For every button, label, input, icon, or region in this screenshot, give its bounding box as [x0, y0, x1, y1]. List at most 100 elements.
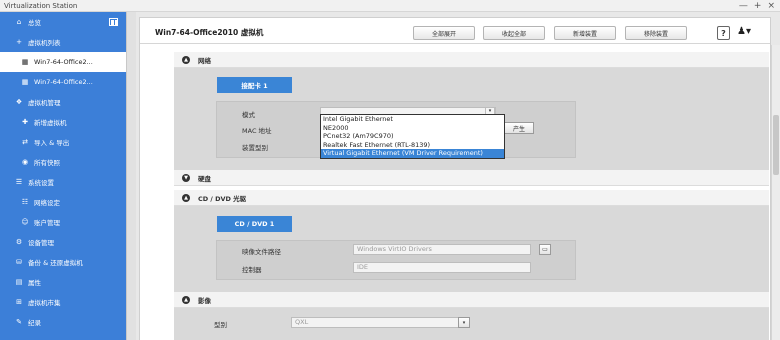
- vm-title: Win7-64-Office2010 虚拟机: [155, 28, 264, 37]
- plus-icon: +: [16, 38, 22, 46]
- cdrom-section-body: CD / DVD 1 映像文件路径 Windows VirtIO Drivers…: [174, 206, 769, 292]
- controller-select[interactable]: IDE: [353, 262, 531, 273]
- disk-section-title: 硬盘: [198, 174, 211, 183]
- account-icon: ☺: [21, 218, 29, 226]
- vm-manage-icon: ❖: [15, 98, 23, 106]
- cdrom-section-header[interactable]: ▲ CD / DVD 光驱: [174, 190, 769, 206]
- sidebar-item-2[interactable]: ▦ Win7-64-Office2...: [0, 52, 126, 72]
- windows-icon: ▦: [21, 58, 29, 66]
- dropdown-option[interactable]: Virtual Gigabit Ethernet (VM Driver Requ…: [321, 149, 504, 158]
- help-button[interactable]: ?: [717, 26, 730, 40]
- sidebar-item-10[interactable]: ☺ 账户管理: [0, 212, 126, 232]
- chevron-up-icon: ▲: [182, 55, 190, 64]
- video-section-header[interactable]: ▲ 影像: [174, 292, 769, 308]
- cdrom-section-title: CD / DVD 光驱: [198, 194, 247, 203]
- close-icon[interactable]: ×: [767, 0, 775, 12]
- network-icon: ☷: [21, 198, 29, 206]
- sidebar-item-label: 虚拟机列表: [28, 39, 61, 47]
- windows-icon: ▦: [21, 78, 29, 86]
- sidebar-item-12[interactable]: ⛁ 备份 & 还原虚拟机: [0, 252, 126, 272]
- mac-address-label: MAC 地址: [242, 127, 272, 135]
- chevron-up-icon: ▲: [182, 193, 190, 202]
- sidebar-item-label: 账户管理: [34, 219, 60, 227]
- tab-cdrom-1[interactable]: CD / DVD 1: [217, 216, 292, 232]
- controller-label: 控制器: [242, 266, 262, 274]
- sidebar-item-label: Win7-64-Office2...: [34, 78, 93, 86]
- main-scrollbar[interactable]: [771, 45, 780, 340]
- sidebar-item-label: 纪录: [28, 319, 41, 327]
- sidebar-item-11[interactable]: ⚙ 设备管理: [0, 232, 126, 252]
- chevron-up-icon: ▲: [182, 295, 190, 304]
- dropdown-option[interactable]: Intel Gigabit Ethernet: [321, 115, 504, 124]
- properties-icon: ▤: [15, 278, 23, 286]
- sidebar-item-label: 新增虚拟机: [34, 119, 67, 127]
- video-type-select[interactable]: QXL: [291, 317, 469, 328]
- sidebar-item-label: 网络设定: [34, 199, 60, 207]
- user-menu-icon[interactable]: ♟▾: [737, 26, 751, 37]
- sidebar-scrollbar[interactable]: [126, 12, 136, 340]
- backup-icon: ⛁: [16, 258, 22, 266]
- window-titlebar: Virtualization Station — + ×: [0, 0, 780, 12]
- sidebar-item-label: 备份 & 还原虚拟机: [28, 259, 83, 267]
- chevron-down-icon[interactable]: ▾: [458, 317, 470, 328]
- home-icon: ⌂: [16, 18, 22, 26]
- settings-icon: ☰: [15, 178, 23, 186]
- window-title: Virtualization Station: [4, 1, 78, 10]
- collapse-all-button[interactable]: 收起全部: [483, 26, 545, 40]
- sidebar: ⌂ 总览 + 虚拟机列表 ▦ Win7-64-Office2... ▦ Win7-64-Off…: [0, 12, 126, 340]
- disk-section-header[interactable]: ▼ 硬盘: [174, 170, 769, 186]
- network-section-header[interactable]: ▲ 网络: [174, 52, 769, 68]
- sidebar-item-label: 虚拟机市集: [28, 299, 61, 307]
- dropdown-option[interactable]: NE2000: [321, 124, 504, 133]
- sidebar-item-7[interactable]: ◉ 所有快照: [0, 152, 126, 172]
- network-section-title: 网络: [198, 56, 211, 65]
- sidebar-item-4[interactable]: ❖ 虚拟机管理: [0, 92, 126, 112]
- sidebar-item-5[interactable]: ✚ 新增虚拟机: [0, 112, 126, 132]
- grid-icon[interactable]: [109, 18, 118, 26]
- video-type-label: 型别: [214, 321, 227, 329]
- log-icon: ✎: [16, 318, 22, 326]
- sidebar-item-label: 导入 & 导出: [34, 139, 70, 147]
- device-type-label: 装置型别: [242, 144, 268, 152]
- sidebar-item-6[interactable]: ⇄ 导入 & 导出: [0, 132, 126, 152]
- import-export-icon: ⇄: [22, 138, 28, 146]
- sidebar-item-1[interactable]: + 虚拟机列表: [0, 32, 126, 52]
- sidebar-item-9[interactable]: ☷ 网络设定: [0, 192, 126, 212]
- expand-all-button[interactable]: 全部展开: [413, 26, 475, 40]
- sidebar-item-label: Win7-64-Office2...: [34, 58, 93, 66]
- tab-adapter-1[interactable]: 接配卡 1: [217, 77, 292, 93]
- sidebar-item-label: 所有快照: [34, 159, 60, 167]
- sidebar-item-label: 系统设置: [28, 179, 54, 187]
- main-panel: Win7-64-Office2010 虚拟机 全部展开 收起全部 新增装置 移除…: [139, 17, 780, 340]
- snapshot-icon: ◉: [21, 158, 29, 166]
- sidebar-item-label: 属性: [28, 279, 41, 287]
- video-section-body: 型别 QXL ▾: [174, 308, 769, 340]
- minimize-icon[interactable]: —: [739, 0, 748, 12]
- sidebar-item-label: 虚拟机管理: [28, 99, 61, 107]
- market-icon: ⊞: [16, 298, 22, 306]
- folder-icon[interactable]: ▭: [539, 244, 551, 255]
- toolbar: Win7-64-Office2010 虚拟机 全部展开 收起全部 新增装置 移除…: [140, 18, 770, 44]
- video-section-title: 影像: [198, 296, 211, 305]
- scrollbar-thumb[interactable]: [773, 115, 779, 175]
- maximize-icon[interactable]: +: [754, 0, 762, 12]
- sidebar-item-3[interactable]: ▦ Win7-64-Office2...: [0, 72, 126, 92]
- dropdown-option[interactable]: Realtek Fast Ethernet (RTL-8139): [321, 141, 504, 150]
- device-type-dropdown-list[interactable]: Intel Gigabit Ethernet NE2000 PCnet32 (Am7…: [320, 114, 505, 159]
- cdrom-panel: 映像文件路径 Windows VirtIO Drivers ▭ 控制器 IDE: [216, 240, 576, 280]
- sidebar-item-label: 设备管理: [28, 239, 54, 247]
- sidebar-item-14[interactable]: ⊞ 虚拟机市集: [0, 292, 126, 312]
- add-device-button[interactable]: 新增装置: [554, 26, 616, 40]
- device-icon: ⚙: [15, 238, 23, 246]
- image-path-input[interactable]: Windows VirtIO Drivers: [353, 244, 531, 255]
- sidebar-item-8[interactable]: ☰ 系统设置: [0, 172, 126, 192]
- generate-mac-button[interactable]: 产生: [504, 122, 534, 134]
- sidebar-item-13[interactable]: ▤ 属性: [0, 272, 126, 292]
- add-vm-icon: ✚: [22, 118, 28, 126]
- sidebar-item-0[interactable]: ⌂ 总览: [0, 12, 126, 32]
- remove-device-button[interactable]: 移除装置: [625, 26, 687, 40]
- sidebar-item-label: 总览: [28, 19, 41, 27]
- mode-label: 模式: [242, 111, 255, 119]
- dropdown-option[interactable]: PCnet32 (Am79C970): [321, 132, 504, 141]
- sidebar-item-15[interactable]: ✎ 纪录: [0, 312, 126, 332]
